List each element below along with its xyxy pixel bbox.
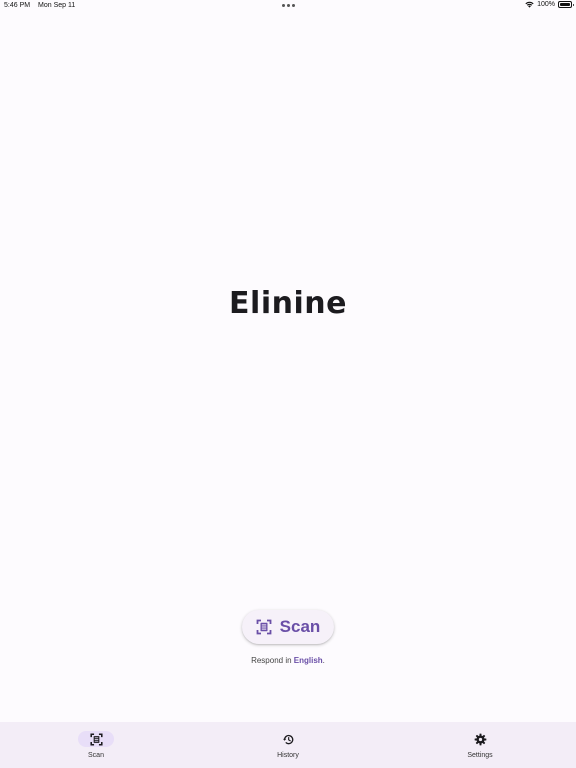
battery-percent: 100% — [537, 1, 555, 8]
nav-active-indicator — [78, 731, 114, 747]
multitasking-dots-icon[interactable] — [282, 4, 295, 7]
respond-language-line: Respond in English. — [0, 656, 576, 665]
document-scanner-icon — [256, 619, 272, 635]
app-screen: 5:46 PM Mon Sep 11 100% Elinine Scan Res… — [0, 0, 576, 768]
gear-icon — [474, 733, 486, 745]
battery-icon — [558, 1, 574, 8]
scan-button-label: Scan — [279, 617, 321, 636]
app-title: Elinine — [229, 286, 347, 321]
nav-label-history: History — [277, 752, 299, 759]
nav-label-settings: Settings — [467, 752, 493, 759]
document-scanner-icon — [89, 732, 103, 746]
respond-suffix: . — [322, 656, 325, 665]
status-time: 5:46 PM — [4, 2, 31, 9]
nav-item-scan[interactable]: Scan — [36, 722, 156, 768]
status-left: 5:46 PM Mon Sep 11 — [4, 2, 81, 9]
status-date: Mon Sep 11 — [38, 2, 76, 9]
status-right: 100% — [525, 1, 574, 8]
bottom-navigation-bar: Scan History Settings — [0, 722, 576, 768]
history-icon — [282, 734, 293, 744]
scan-button[interactable]: Scan — [242, 610, 334, 644]
respond-language-link[interactable]: English — [294, 656, 323, 665]
wifi-icon — [525, 1, 534, 8]
nav-label-scan: Scan — [88, 752, 104, 759]
status-bar: 5:46 PM Mon Sep 11 100% — [0, 0, 576, 12]
respond-prefix: Respond in — [251, 656, 294, 665]
nav-item-history[interactable]: History — [228, 722, 348, 768]
nav-item-settings[interactable]: Settings — [420, 722, 540, 768]
